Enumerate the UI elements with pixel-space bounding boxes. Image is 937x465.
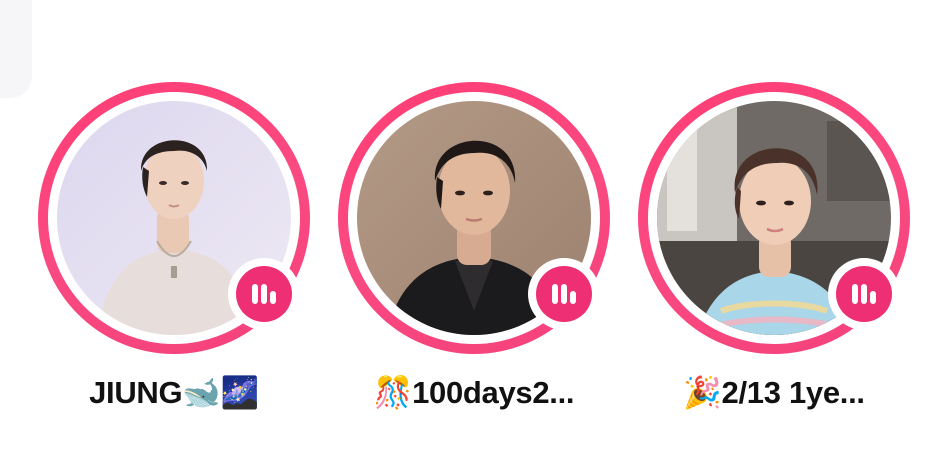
partial-card-edge [0,0,32,98]
live-badge [528,258,600,330]
bar-chart-icon [552,284,576,304]
story-item-100days[interactable]: 🎊100days2... [338,82,610,422]
story-item-1year[interactable]: 🎉2/13 1ye... [638,82,910,422]
bar-chart-icon [252,284,276,304]
bar-chart-icon [852,284,876,304]
live-badge [828,258,900,330]
story-name: JIUNG🐋🌌 [89,375,259,410]
story-item-jiung[interactable]: JIUNG🐋🌌 [38,82,310,422]
story-name: 🎊100days2... [373,375,575,410]
stories-row: JIUNG🐋🌌 🎊100days2... 🎉2/13 1ye... [0,0,937,465]
live-badge [228,258,300,330]
story-name: 🎉2/13 1ye... [683,375,865,410]
